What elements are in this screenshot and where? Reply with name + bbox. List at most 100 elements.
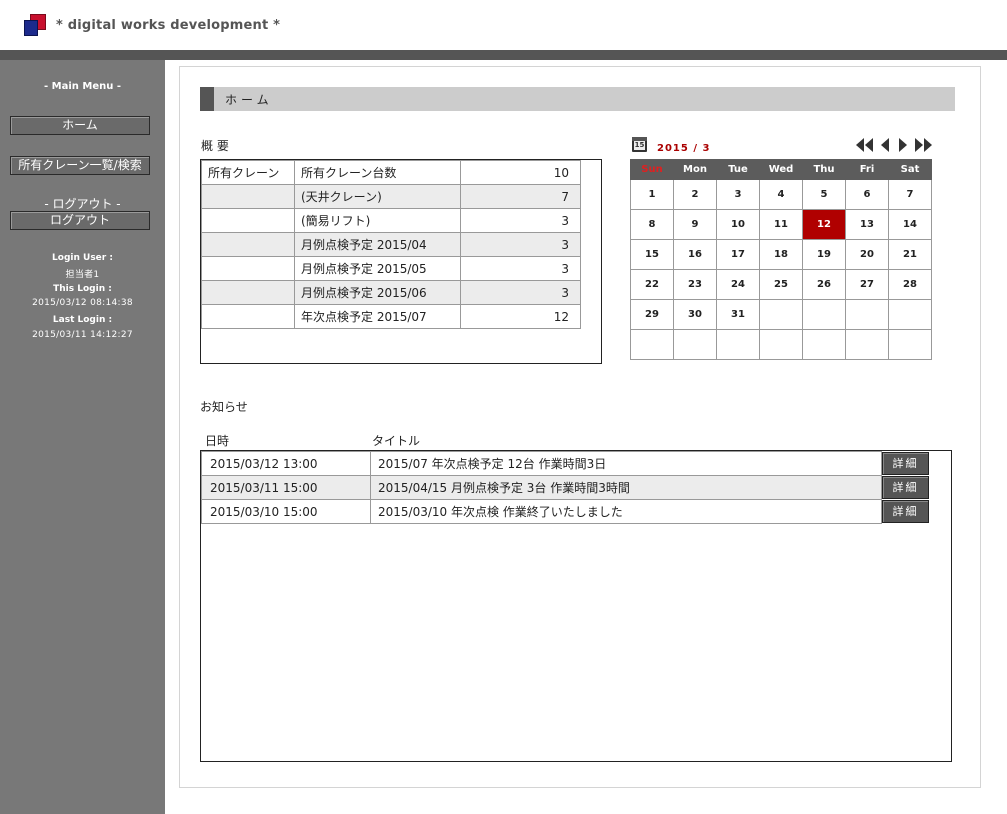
summary-row: 月例点検予定 2015/06 3 — [201, 280, 581, 305]
calendar-week: 1234567 — [630, 179, 932, 210]
summary-category — [201, 280, 295, 305]
logout-caption: - ログアウト - — [44, 197, 121, 211]
summary-row: 所有クレーン 所有クレーン台数 10 — [201, 160, 581, 185]
detail-button[interactable]: 詳細 — [882, 500, 929, 523]
calendar-day[interactable]: 27 — [845, 269, 889, 300]
calendar-day[interactable]: 23 — [673, 269, 717, 300]
summary-panel: 所有クレーン 所有クレーン台数 10 (天井クレーン) 7 (簡易リフト) 3 月例点検予定 … — [200, 159, 602, 364]
summary-item: 年次点検予定 2015/07 — [294, 304, 461, 329]
detail-button[interactable]: 詳細 — [882, 452, 929, 475]
calendar-day[interactable]: 26 — [802, 269, 846, 300]
summary-category — [201, 208, 295, 233]
sidebar: - Main Menu - ホーム 所有クレーン一覧/検索 - ログアウト - … — [0, 60, 165, 814]
news-row: 2015/03/12 13:00 2015/07 年次点検予定 12台 作業時間3… — [201, 451, 930, 476]
calendar-day[interactable]: 20 — [845, 239, 889, 270]
calendar-day — [845, 299, 889, 330]
calendar-day[interactable]: 6 — [845, 179, 889, 210]
login-user-value: 担当者1 — [65, 270, 100, 280]
weekday-header: Thu — [802, 159, 846, 180]
news-label: お知らせ — [200, 400, 248, 414]
news-action-cell: 詳細 — [882, 476, 930, 500]
calendar-day[interactable]: 25 — [759, 269, 803, 300]
calendar-day[interactable]: 16 — [673, 239, 717, 270]
calendar-day[interactable]: 7 — [888, 179, 932, 210]
news-date: 2015/03/10 15:00 — [201, 499, 371, 524]
calendar-week: 8 9 10 11 12 13 14 — [630, 209, 932, 240]
prev-month-icon[interactable] — [879, 138, 890, 152]
calendar-day[interactable]: 8 — [630, 209, 674, 240]
calendar-week: 15 16 17 18 19 20 21 — [630, 239, 932, 270]
first-month-icon[interactable] — [855, 138, 875, 152]
page-heading: ホーム — [200, 87, 955, 111]
summary-value: 3 — [460, 232, 581, 257]
summary-category — [201, 256, 295, 281]
news-action-cell: 詳細 — [882, 452, 930, 476]
calendar-day — [759, 299, 803, 330]
header: * digital works development * — [0, 0, 1007, 50]
summary-value: 10 — [460, 160, 581, 185]
summary-item: (簡易リフト) — [294, 208, 461, 233]
last-login-label: Last Login : — [52, 315, 113, 325]
calendar-day[interactable]: 4 — [759, 179, 803, 210]
news-table: 2015/03/12 13:00 2015/07 年次点検予定 12台 作業時間3… — [201, 451, 930, 524]
calendar-day[interactable]: 9 — [673, 209, 717, 240]
calendar-day[interactable]: 13 — [845, 209, 889, 240]
calendar-day — [716, 329, 760, 360]
calendar-icon: 15 — [632, 137, 647, 152]
calendar-day[interactable]: 31 — [716, 299, 760, 330]
calendar-day-today[interactable]: 12 — [802, 209, 846, 240]
calendar-day — [888, 299, 932, 330]
news-title: 2015/07 年次点検予定 12台 作業時間3日 — [370, 451, 882, 476]
calendar-day[interactable]: 11 — [759, 209, 803, 240]
calendar: Sun Mon Tue Wed Thu Fri Sat 1 2 3 4 5 6 7 8 9 10 11 12 13 1… — [630, 159, 932, 360]
calendar-day — [630, 329, 674, 360]
summary-row: 年次点検予定 2015/07 12 — [201, 304, 581, 329]
news-date: 2015/03/12 13:00 — [201, 451, 371, 476]
calendar-day[interactable]: 22 — [630, 269, 674, 300]
calendar-day — [802, 329, 846, 360]
calendar-day[interactable]: 5 — [802, 179, 846, 210]
calendar-day[interactable]: 10 — [716, 209, 760, 240]
detail-button[interactable]: 詳細 — [882, 476, 929, 499]
calendar-day — [759, 329, 803, 360]
calendar-day[interactable]: 2 — [673, 179, 717, 210]
calendar-week: 29 30 31 — [630, 299, 932, 330]
crane-list-button[interactable]: 所有クレーン一覧/検索 — [10, 156, 150, 175]
weekday-header: Wed — [759, 159, 803, 180]
home-button[interactable]: ホーム — [10, 116, 150, 135]
summary-item: 月例点検予定 2015/06 — [294, 280, 461, 305]
summary-category: 所有クレーン — [201, 160, 295, 185]
calendar-day[interactable]: 15 — [630, 239, 674, 270]
summary-category — [201, 304, 295, 329]
news-column-title: タイトル — [372, 434, 421, 448]
this-login-value: 2015/03/12 08:14:38 — [32, 298, 133, 308]
summary-value: 12 — [460, 304, 581, 329]
summary-row: 月例点検予定 2015/05 3 — [201, 256, 581, 281]
calendar-day — [673, 329, 717, 360]
news-panel: 2015/03/12 13:00 2015/07 年次点検予定 12台 作業時間3… — [200, 450, 952, 762]
calendar-day[interactable]: 14 — [888, 209, 932, 240]
calendar-day[interactable]: 3 — [716, 179, 760, 210]
login-user-label: Login User : — [52, 253, 113, 263]
calendar-day — [845, 329, 889, 360]
logout-button[interactable]: ログアウト — [10, 211, 150, 230]
calendar-day[interactable]: 17 — [716, 239, 760, 270]
calendar-day[interactable]: 18 — [759, 239, 803, 270]
summary-table: 所有クレーン 所有クレーン台数 10 (天井クレーン) 7 (簡易リフト) 3 月例点検予定 … — [201, 160, 581, 329]
last-month-icon[interactable] — [913, 138, 933, 152]
summary-value: 7 — [460, 184, 581, 209]
calendar-day[interactable]: 28 — [888, 269, 932, 300]
calendar-day[interactable]: 1 — [630, 179, 674, 210]
calendar-day[interactable]: 24 — [716, 269, 760, 300]
news-title: 2015/03/10 年次点検 作業終了いたしました — [370, 499, 882, 524]
summary-value: 3 — [460, 208, 581, 233]
calendar-day[interactable]: 21 — [888, 239, 932, 270]
page-title: ホーム — [225, 93, 273, 107]
weekday-header: Sun — [630, 159, 674, 180]
this-login-label: This Login : — [53, 284, 112, 294]
calendar-day[interactable]: 29 — [630, 299, 674, 330]
header-bar — [0, 50, 1007, 60]
calendar-day[interactable]: 30 — [673, 299, 717, 330]
calendar-day[interactable]: 19 — [802, 239, 846, 270]
next-month-icon[interactable] — [898, 138, 909, 152]
